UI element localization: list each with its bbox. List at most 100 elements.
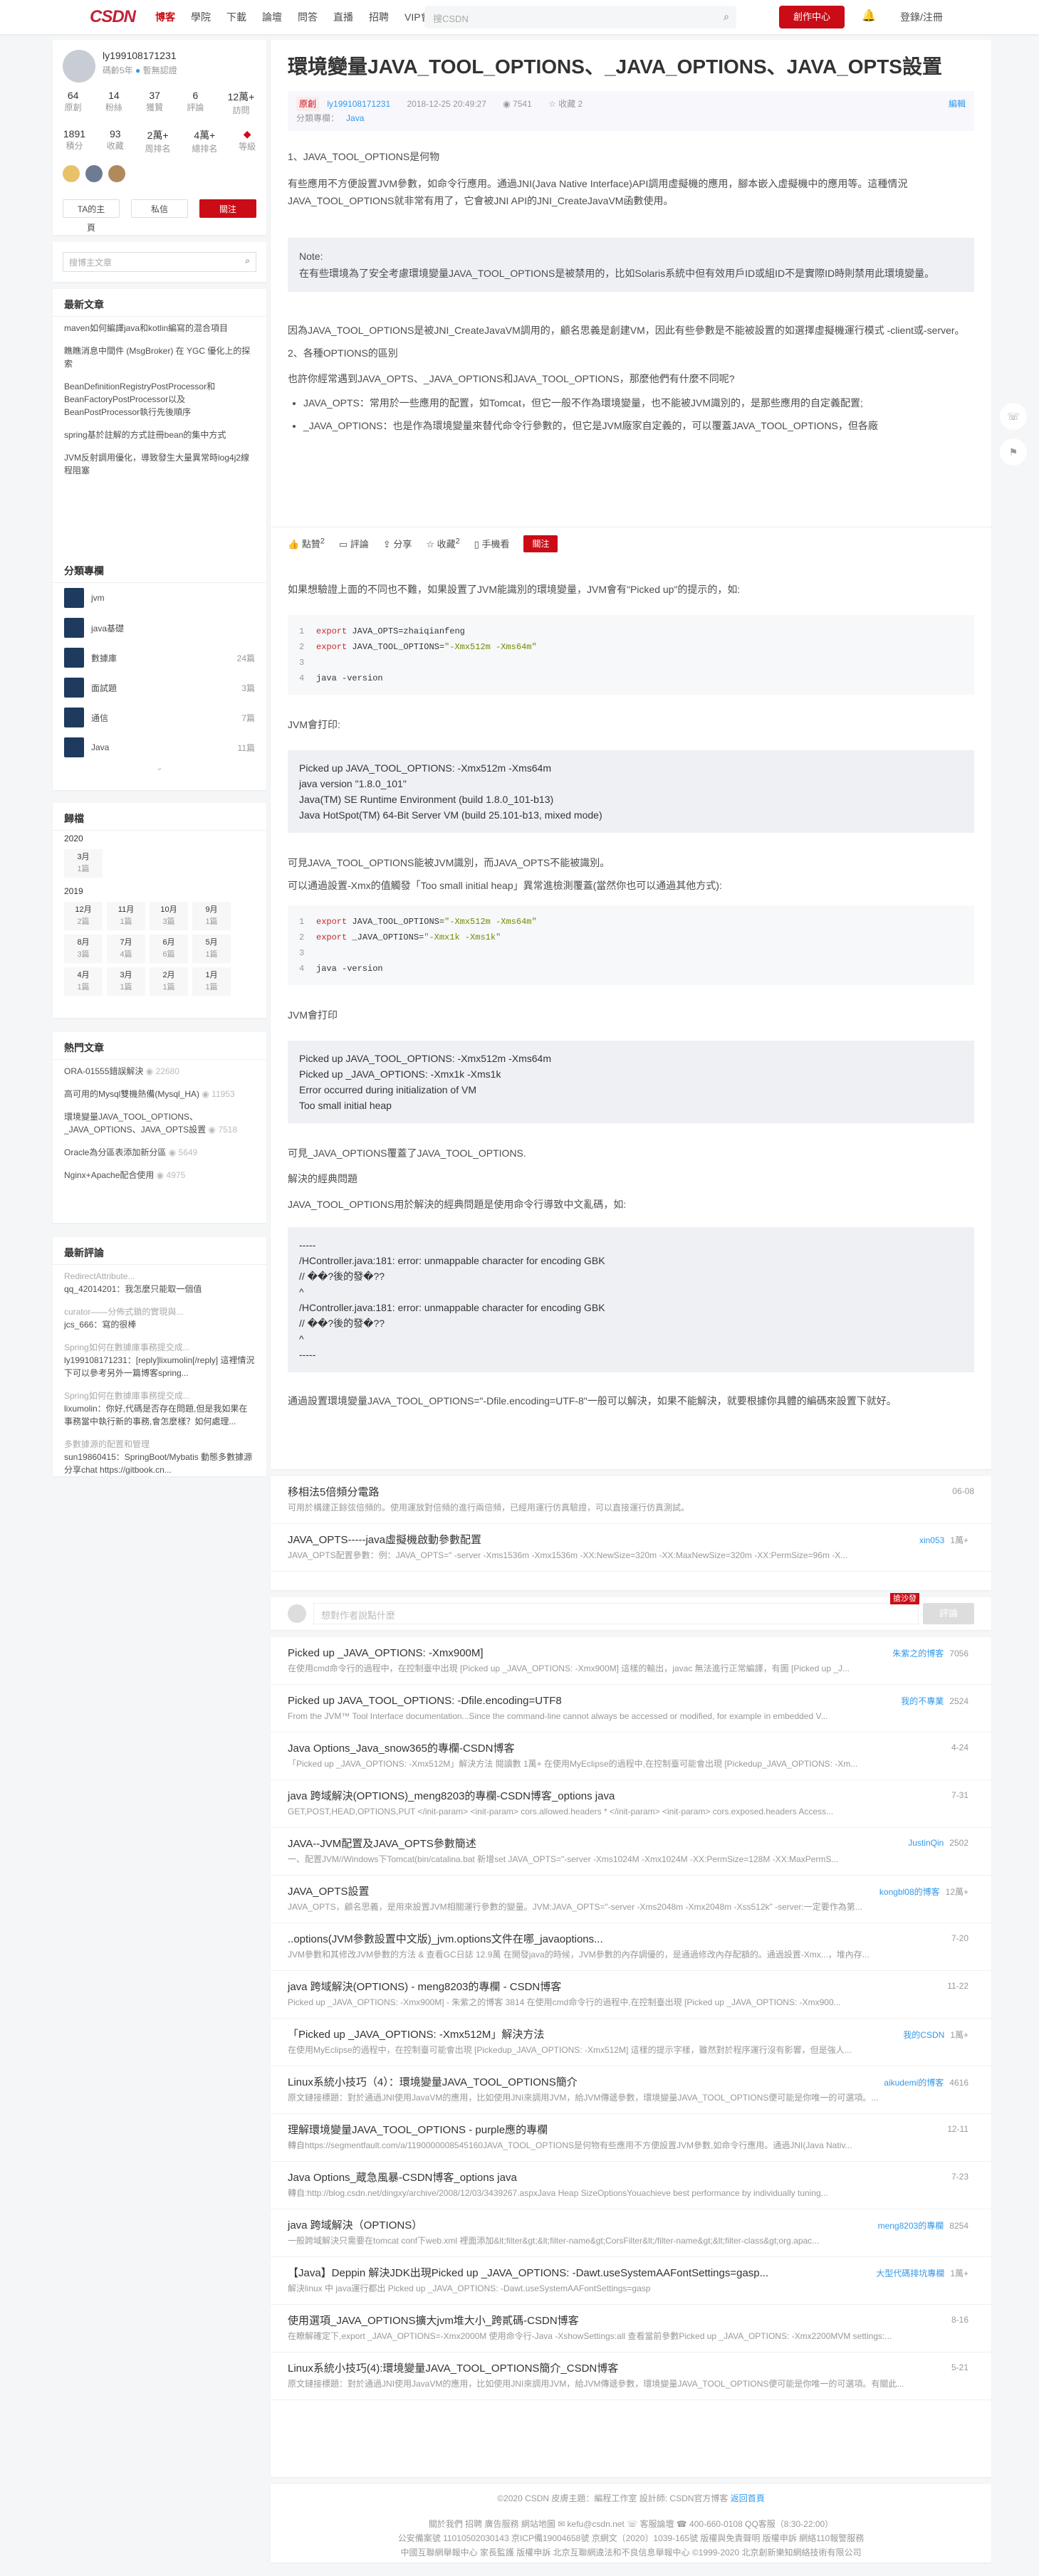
recommend-item[interactable]: Picked up JAVA_TOOL_OPTIONS: -Dfile.enco… [271,1685,991,1733]
customer-service-icon[interactable]: ☏ [1000,403,1027,430]
recommend-item[interactable]: ..options(JVM參數設置中文版)_jvm.options文件在哪_ja… [271,1923,991,1971]
recommend-title[interactable]: ..options(JVM參數設置中文版)_jvm.options文件在哪_ja… [288,1932,974,1947]
archive-year[interactable]: 2019 [53,883,266,899]
archive-month[interactable]: 6月 6篇 [150,935,188,963]
recommend-item[interactable]: JAVA_OPTS設置 JAVA_OPTS，顧名思義，是用來設置JVM相關運行參數… [271,1876,991,1923]
nav-live[interactable]: 直播 [333,10,353,24]
recommend-title[interactable]: Picked up JAVA_TOOL_OPTIONS: -Dfile.enco… [288,1693,974,1709]
nav-download[interactable]: 下載 [226,10,246,24]
archive-month[interactable]: 10月 3篇 [150,902,188,930]
csdn-logo[interactable]: CSDN [90,7,136,27]
medal-icon[interactable] [108,165,125,182]
meta-author[interactable]: ly199108171231 [327,99,390,109]
recommend-title[interactable]: Java Options_蔵急風暴-CSDN博客_options java [288,2170,974,2186]
hot-article-link[interactable]: 環境變量JAVA_TOOL_OPTIONS、_JAVA_OPTIONS、JAVA… [53,1105,266,1141]
share-button[interactable]: ⇪ 分享 [383,537,412,550]
search-icon[interactable]: ⌕ [245,256,250,266]
nav-academy[interactable]: 學院 [191,10,211,24]
comment-input[interactable]: 想對作者說點什麼 [313,1603,919,1624]
category-item[interactable]: jvm [53,583,266,613]
comment-item[interactable]: RedirectAttribute... qq_42014201：我怎麼只能取一個… [53,1265,266,1300]
archive-year[interactable]: 2020 [53,831,266,846]
footer-links[interactable]: 關於我們 招聘 廣告服務 網站地圖 ✉ kefu@csdn.net ☏ 客服論壇… [271,2517,991,2531]
nav-qa[interactable]: 問答 [298,10,318,24]
stat-fans[interactable]: 14 粉絲 [105,90,122,116]
recommend-title[interactable]: 理解環境變量JAVA_TOOL_OPTIONS - purple應的專欄 [288,2123,974,2138]
recommend-title[interactable]: java 跨域解決(OPTIONS)_meng8203的專欄-CSDN博客_op… [288,1789,974,1804]
recent-article-link[interactable]: BeanDefinitionRegistryPostProcessor和Bean… [53,375,266,424]
recommend-title[interactable]: 使用選項_JAVA_OPTIONS擴大jvm堆大小_跨貳碼-CSDN博客 [288,2313,974,2329]
recent-article-link[interactable]: maven如何編譯java和kotlin編寫的混合項目 [53,317,266,340]
creator-center-button[interactable]: 創作中心 [779,6,845,28]
recommend-item[interactable]: JAVA--JVM配置及JAVA_OPTS參數簡述 一、配置JVM//Window… [271,1828,991,1876]
archive-month[interactable]: 11月 1篇 [107,902,145,930]
recommend-title[interactable]: JAVA--JVM配置及JAVA_OPTS參數簡述 [288,1836,974,1852]
author-home-button[interactable]: TA的主頁 [63,199,120,233]
recommend-item[interactable]: java 跨域解決（OPTIONS） 一般跨域解決只需要在tomcat conf下… [271,2209,991,2257]
recommend-author[interactable]: 大型代碼排坑專欄 [876,2269,944,2278]
recommend-item[interactable]: Picked up _JAVA_OPTIONS: -Xmx900M] 在使用cmd… [271,1637,991,1685]
recent-article-link[interactable]: 瞧瞧消息中間件 (MsgBroker) 在 YGC 優化上的探索 [53,340,266,375]
recommend-item[interactable]: java 跨域解決(OPTIONS)_meng8203的專欄-CSDN博客_op… [271,1780,991,1828]
recommend-author[interactable]: kongbl08的博客 [879,1887,940,1897]
recommend-title[interactable]: java 跨域解決(OPTIONS) - meng8203的專欄 - CSDN博… [288,1980,974,1995]
stat-original[interactable]: 64 原創 [65,90,82,116]
comment-item[interactable]: Spring如何在數據庫事務提交成... lixumolin：你好,代碼是否存在問… [53,1384,266,1433]
recommend-item[interactable]: Linux系統小技巧(4):環境變量JAVA_TOOL_OPTIONS簡介_CS… [271,2352,991,2400]
recommend-title[interactable]: Java Options_Java_snow365的專欄-CSDN博客 [288,1741,974,1757]
blog-search-input[interactable]: 搜博主文章 ⌕ [63,252,256,272]
author-name[interactable]: ly199108171231 [103,50,177,61]
recommend-author[interactable]: 我的CSDN [903,2030,944,2040]
category-item[interactable]: Java 11篇 [53,732,266,762]
archive-month[interactable]: 1月 1篇 [192,967,231,996]
medal-icon[interactable] [63,165,80,182]
recommend-item[interactable]: 理解環境變量JAVA_TOOL_OPTIONS - purple應的專欄 轉自ht… [271,2114,991,2162]
follow-author-button[interactable]: 關注 [199,199,256,218]
recommend-title[interactable]: Linux系統小技巧(4):環境變量JAVA_TOOL_OPTIONS簡介_CS… [288,2361,974,2377]
archive-month[interactable]: 3月 1篇 [107,967,145,996]
recent-article-link[interactable]: spring基於註解的方式註冊bean的集中方式 [53,424,266,446]
recommend-item[interactable]: java 跨域解決(OPTIONS) - meng8203的專欄 - CSDN博… [271,1971,991,2019]
meta-fav[interactable]: 收藏 2 [558,99,583,109]
category-item[interactable]: java基礎 [53,613,266,643]
hot-article-link[interactable]: Oracle為分區表添加新分區 ◉ 5649 [53,1141,266,1164]
recommend-title[interactable]: 【Java】Deppin 解決JDK出現Picked up _JAVA_OPTI… [288,2266,974,2281]
archive-month[interactable]: 7月 4篇 [107,935,145,963]
recommend-author[interactable]: 朱紫之的博客 [892,1649,944,1658]
archive-month[interactable]: 5月 1篇 [192,935,231,963]
mobile-view-button[interactable]: ▯ 手機看 [474,537,510,550]
category-item[interactable]: 面試題 3篇 [53,673,266,703]
recommend-author[interactable]: 我的不專業 [901,1696,944,1706]
recommend-item[interactable]: 使用選項_JAVA_OPTIONS擴大jvm堆大小_跨貳碼-CSDN博客 在瞭解確… [271,2305,991,2352]
column-link[interactable]: Java [346,113,364,123]
report-icon[interactable]: ⚑ [1000,438,1027,466]
stat-level[interactable]: ◆ 等級 [239,128,256,154]
category-item[interactable]: 通信 7篇 [53,703,266,732]
comment-button[interactable]: ▭ 評論 [339,537,369,550]
archive-month[interactable]: 12月 2篇 [64,902,103,930]
archive-month[interactable]: 3月 1篇 [64,849,103,878]
hot-article-link[interactable]: Nginx+Apache配合使用 ◉ 4975 [53,1164,266,1187]
recommend-item[interactable]: 「Picked up _JAVA_OPTIONS: -Xmx512M」解決方法在… [271,2019,991,2066]
edit-link[interactable]: 編輯 [949,97,966,111]
recommend-author[interactable]: meng8203的專欄 [878,2221,944,2231]
archive-month[interactable]: 8月 3篇 [64,935,103,963]
recommend-title[interactable]: JAVA_OPTS設置 [288,1884,974,1900]
archive-month[interactable]: 9月 1篇 [192,902,231,930]
recommend-title[interactable]: Picked up _JAVA_OPTIONS: -Xmx900M] [288,1646,974,1661]
recommend-author[interactable]: aikudemi的博客 [884,2078,944,2088]
search-input[interactable]: 搜CSDN ⌕ [424,6,736,28]
submit-comment-button[interactable]: 評論 [923,1603,974,1624]
hot-article-link[interactable]: 高可用的Mysql雙機熱備(Mysql_HA) ◉ 11953 [53,1083,266,1105]
recommend-title[interactable]: java 跨域解決（OPTIONS） [288,2218,974,2234]
recommend-item[interactable]: 移相法5倍頻分電路 可用於構建正餘弦倍頻的。使用運放對倍頻的進行兩倍頻，已經用運行… [271,1476,991,1524]
archive-month[interactable]: 2月 1篇 [150,967,188,996]
comment-item[interactable]: curator——分佈式鎖的實現與... jcs_666：寫的很棒 [53,1300,266,1336]
comment-item[interactable]: 多數據源的配置和管理 sun19860415：SpringBoot/Mybatis… [53,1433,266,1481]
fav-button[interactable]: ☆ 收藏2 [426,537,459,550]
nav-forum[interactable]: 論壇 [262,10,282,24]
recommend-title[interactable]: 「Picked up _JAVA_OPTIONS: -Xmx512M」解決方法 [288,2027,974,2043]
action-follow-button[interactable]: 關注 [523,535,558,552]
recommend-item[interactable]: 【Java】Deppin 解決JDK出現Picked up _JAVA_OPTI… [271,2257,991,2305]
avatar[interactable] [63,50,95,83]
